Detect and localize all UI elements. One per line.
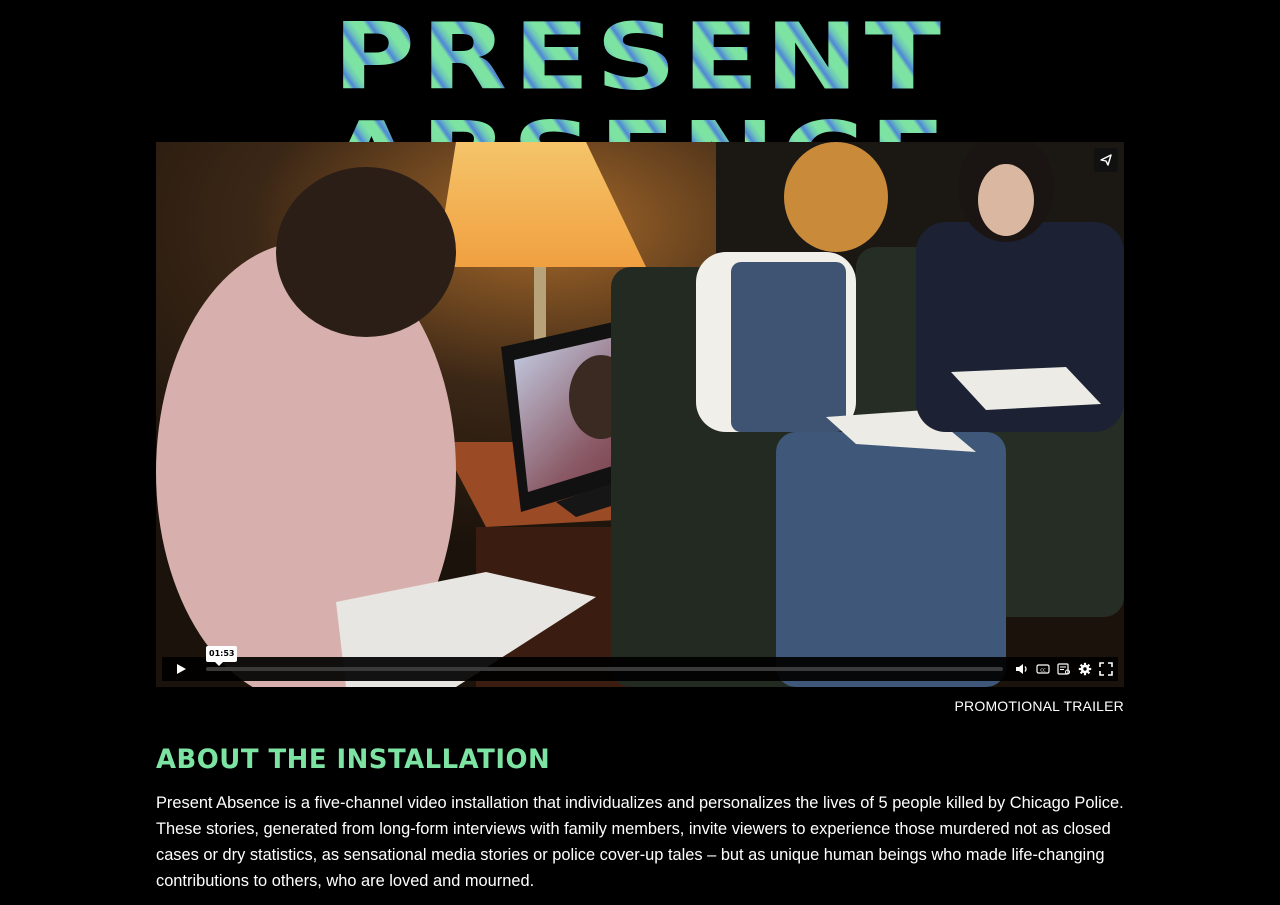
transcript-icon xyxy=(1056,663,1070,675)
volume-button[interactable] xyxy=(1013,661,1030,678)
about-heading: ABOUT THE INSTALLATION xyxy=(156,744,551,775)
settings-button[interactable] xyxy=(1076,661,1093,678)
volume-icon xyxy=(1015,664,1027,674)
share-icon xyxy=(1100,154,1112,166)
video-thumbnail-scene xyxy=(156,142,1124,687)
closed-captions-button[interactable]: cc xyxy=(1034,661,1051,678)
video-caption: PROMOTIONAL TRAILER xyxy=(954,698,1124,714)
play-button[interactable] xyxy=(162,657,200,681)
settings-gear-icon xyxy=(1078,662,1091,676)
video-player[interactable]: cc xyxy=(156,142,1124,687)
fullscreen-button[interactable] xyxy=(1097,661,1114,678)
closed-captions-icon: cc xyxy=(1035,664,1050,674)
fullscreen-icon xyxy=(1098,662,1113,676)
share-button[interactable] xyxy=(1094,148,1118,172)
transcript-button[interactable] xyxy=(1055,661,1072,678)
play-icon xyxy=(177,664,186,674)
svg-text:cc: cc xyxy=(1040,667,1046,673)
video-time-tooltip: 01:53 xyxy=(206,646,238,666)
about-body-text: Present Absence is a five-channel video … xyxy=(156,794,1124,890)
video-controls-bar: cc xyxy=(162,657,1118,681)
video-progress-bar[interactable] xyxy=(206,667,1003,671)
